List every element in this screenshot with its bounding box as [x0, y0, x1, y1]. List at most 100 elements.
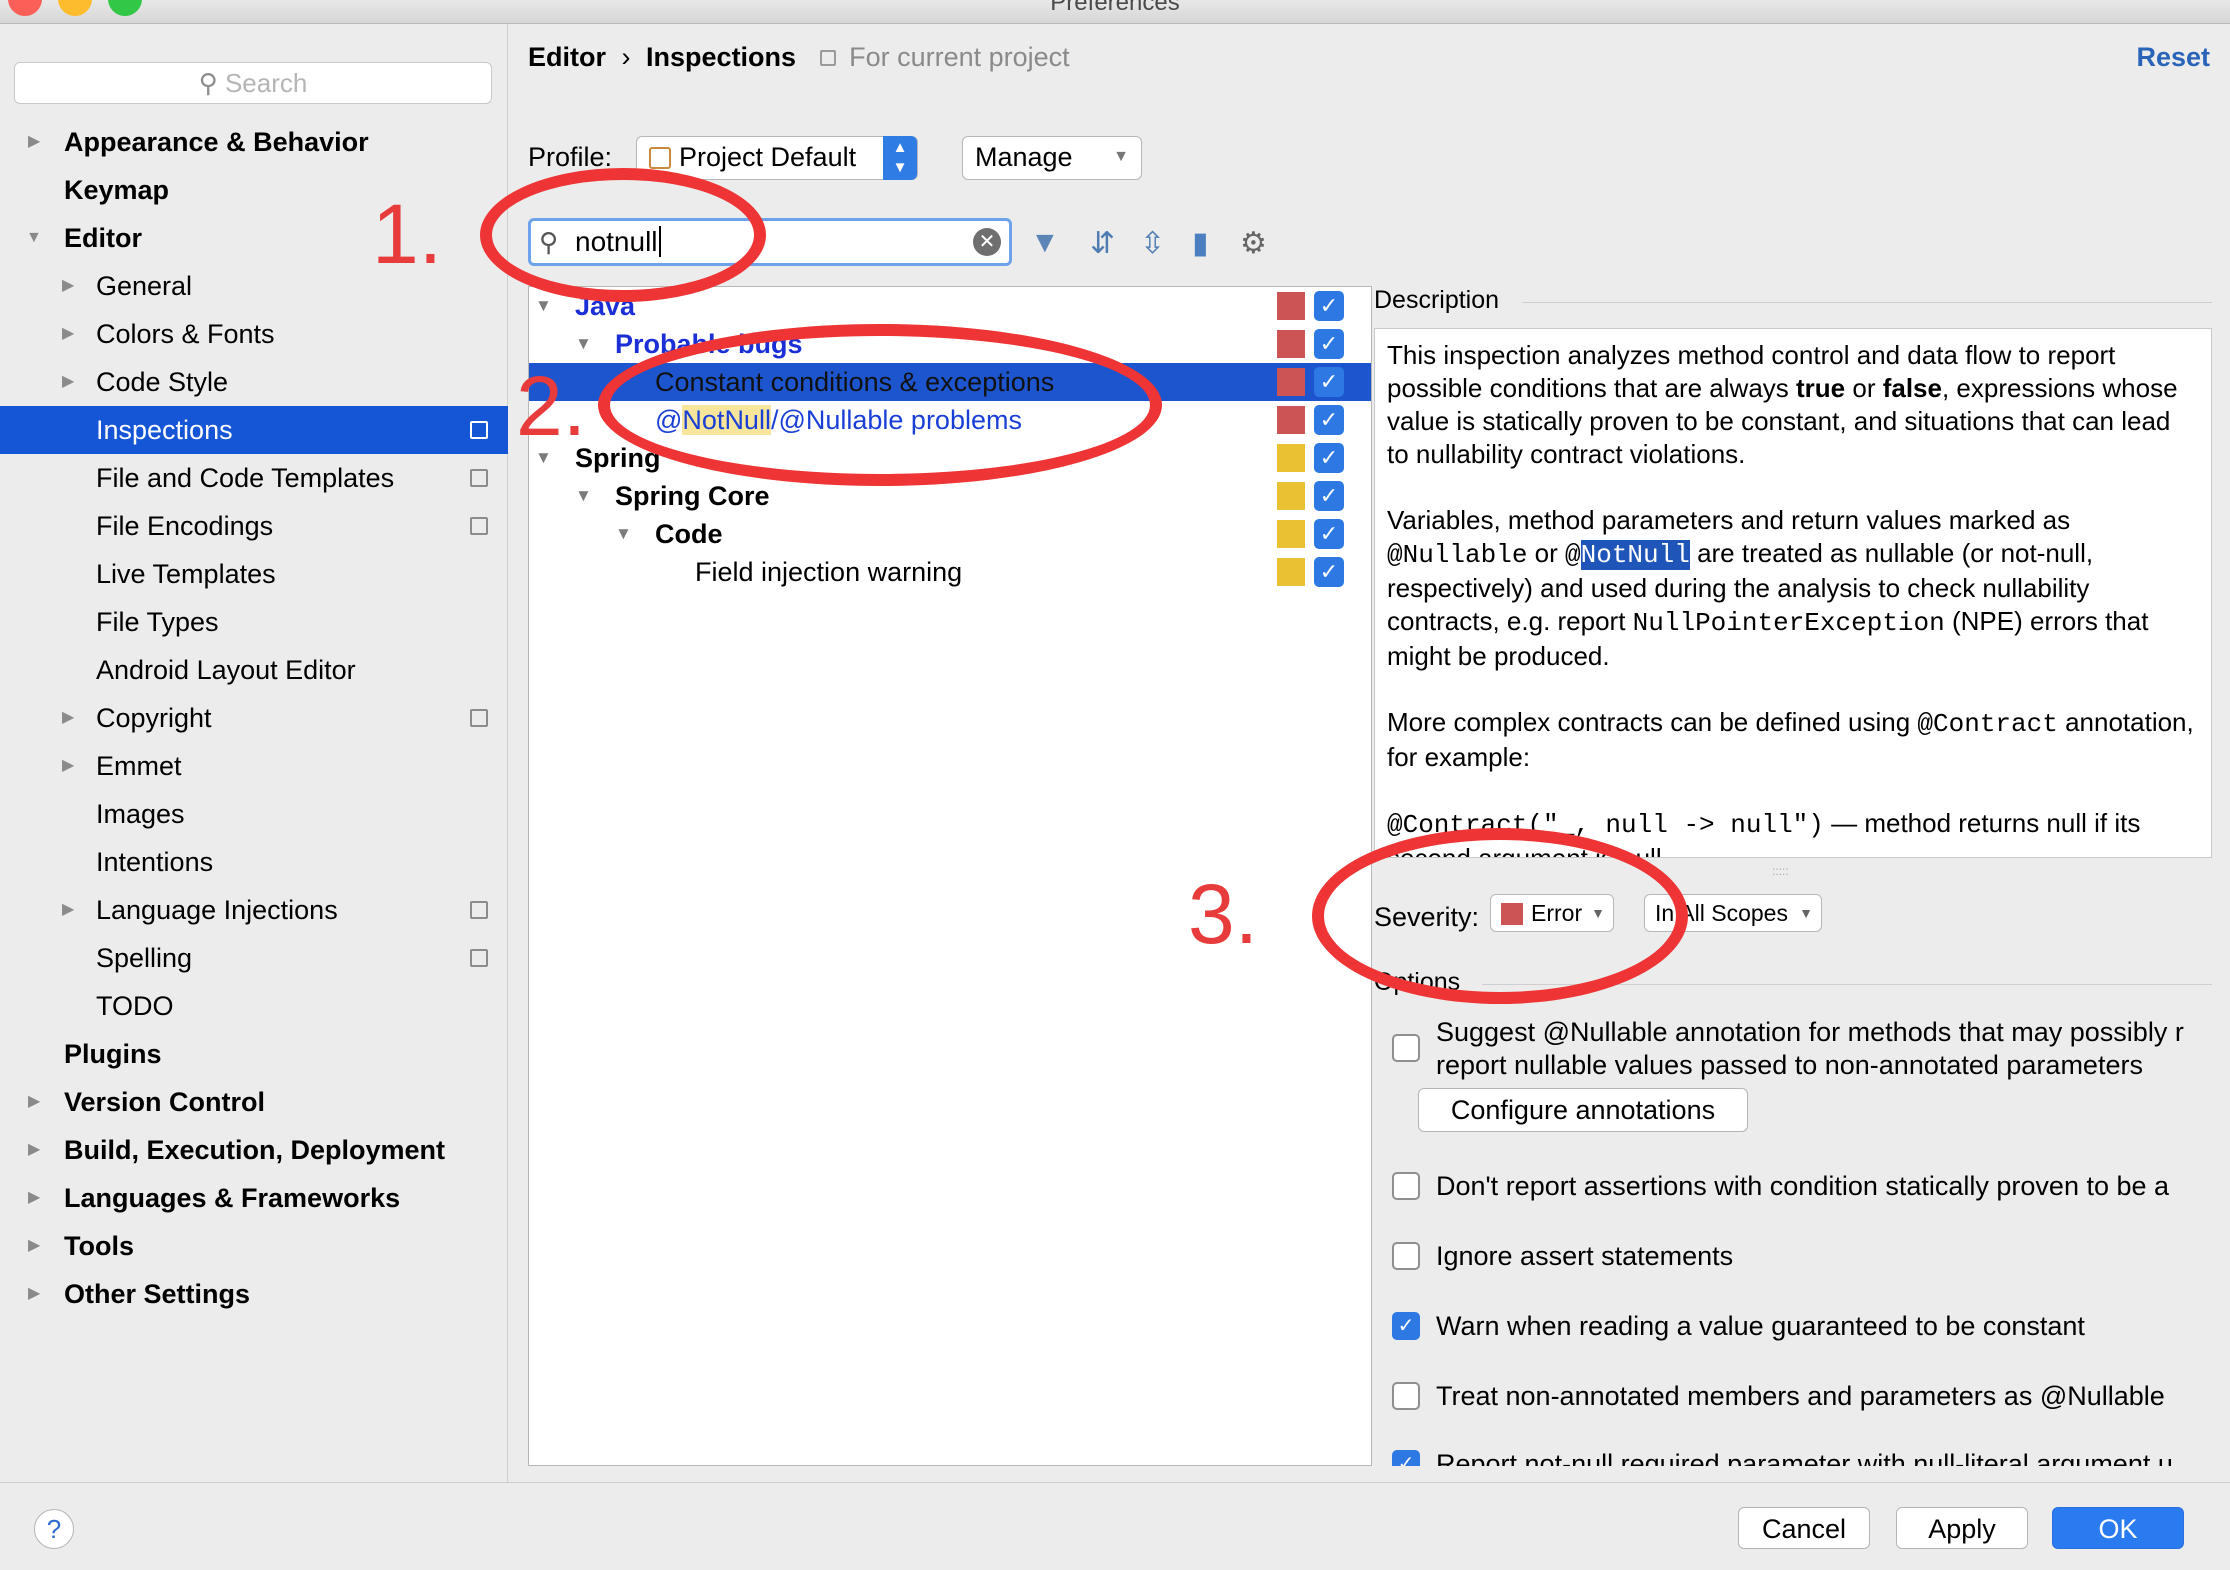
clear-icon[interactable]: ✕ — [973, 228, 1001, 256]
divider — [1522, 302, 2212, 303]
enabled-checkbox[interactable]: ✓ — [1314, 519, 1344, 549]
sidebar-item-colors-fonts[interactable]: ▶ Colors & Fonts — [0, 310, 508, 358]
sidebar-item-copyright[interactable]: ▶ Copyright — [0, 694, 508, 742]
severity-swatch — [1277, 330, 1305, 358]
profile-value: Project Default — [679, 142, 857, 172]
option-treat-nullable-label: Treat non-annotated members and paramete… — [1436, 1381, 2165, 1411]
resize-grip[interactable]: ::::: — [1772, 864, 1789, 878]
chevron-right-icon: ▶ — [62, 901, 75, 918]
option-ignore-assert-label: Ignore assert statements — [1436, 1241, 1734, 1271]
cancel-button[interactable]: Cancel — [1738, 1507, 1870, 1549]
annotation-step-2: 2. — [516, 359, 587, 453]
breadcrumb-inspections: Inspections — [646, 42, 797, 72]
sidebar-item-inspections[interactable]: Inspections — [0, 406, 508, 454]
sidebar-item-android-layout-editor[interactable]: Android Layout Editor — [0, 646, 508, 694]
chevron-right-icon: ▶ — [28, 1189, 41, 1206]
help-button[interactable]: ? — [34, 1509, 74, 1549]
ok-button[interactable]: OK — [2052, 1507, 2184, 1549]
option-dont-report-assertions-checkbox[interactable] — [1392, 1172, 1420, 1200]
enabled-checkbox[interactable]: ✓ — [1314, 329, 1344, 359]
chevron-right-icon: ▶ — [28, 1093, 41, 1110]
settings-search-input[interactable]: ⚲ Search — [14, 62, 492, 104]
severity-swatch — [1277, 482, 1305, 510]
enabled-checkbox[interactable]: ✓ — [1314, 443, 1344, 473]
option-report-null-literal-label: Report not-null required parameter with … — [1436, 1449, 2173, 1466]
eraser-icon[interactable]: ▮ — [1192, 226, 1209, 261]
gear-icon[interactable]: ⚙ — [1240, 226, 1267, 261]
annotation-circle-3 — [1312, 828, 1688, 1004]
chevron-right-icon: ▶ — [28, 1141, 41, 1158]
tree-row-code[interactable]: ▼ Code ✓ — [529, 515, 1371, 553]
option-dont-report-assertions-label: Don't report assertions with condition s… — [1436, 1171, 2170, 1201]
sidebar-item-file-encodings[interactable]: File Encodings — [0, 502, 508, 550]
sidebar-item-tools[interactable]: ▶ Tools — [0, 1222, 508, 1270]
chevron-right-icon: ▶ — [28, 1237, 41, 1254]
breadcrumb: Editor › Inspections For current project — [528, 42, 1070, 73]
severity-swatch — [1277, 520, 1305, 548]
manage-label: Manage — [975, 142, 1073, 172]
sidebar-item-language-injections[interactable]: ▶ Language Injections — [0, 886, 508, 934]
chevron-right-icon: ▶ — [28, 133, 41, 150]
project-scope-icon — [470, 469, 488, 487]
search-placeholder: Search — [224, 68, 308, 98]
option-row-clipped: ✓ Report not-null required parameter wit… — [1372, 1442, 2230, 1466]
enabled-checkbox[interactable]: ✓ — [1314, 557, 1344, 587]
chevron-right-icon: ▶ — [28, 1285, 41, 1302]
sidebar-item-languages-frameworks[interactable]: ▶ Languages & Frameworks — [0, 1174, 508, 1222]
breadcrumb-editor: Editor — [528, 42, 606, 72]
chevron-right-icon: ▶ — [62, 325, 75, 342]
sidebar-item-todo[interactable]: TODO — [0, 982, 508, 1030]
sidebar-item-version-control[interactable]: ▶ Version Control — [0, 1078, 508, 1126]
profile-icon — [649, 147, 671, 169]
dialog-footer: ? Cancel Apply OK — [0, 1482, 2230, 1570]
sidebar-item-plugins[interactable]: Plugins — [0, 1030, 508, 1078]
expand-all-icon[interactable]: ⇵ — [1090, 226, 1115, 261]
tree-row-field-injection[interactable]: Field injection warning ✓ — [529, 553, 1371, 591]
sidebar-item-file-types[interactable]: File Types — [0, 598, 508, 646]
severity-swatch — [1277, 558, 1305, 586]
sidebar-item-other-settings[interactable]: ▶ Other Settings — [0, 1270, 508, 1318]
project-scope-icon — [470, 901, 488, 919]
option-warn-constant-checkbox[interactable]: ✓ — [1392, 1312, 1420, 1340]
option-treat-nullable-checkbox[interactable] — [1392, 1382, 1420, 1410]
chevron-down-icon: ▼ — [1799, 905, 1813, 921]
project-scope-icon — [470, 517, 488, 535]
option-suggest-nullable-checkbox[interactable] — [1392, 1034, 1420, 1062]
configure-annotations-button[interactable]: Configure annotations — [1418, 1088, 1748, 1132]
sidebar-item-intentions[interactable]: Intentions — [0, 838, 508, 886]
annotation-step-3: 3. — [1188, 867, 1259, 961]
option-ignore-assert-checkbox[interactable] — [1392, 1242, 1420, 1270]
annotation-circle-2 — [598, 324, 1162, 486]
reset-link[interactable]: Reset — [2136, 42, 2210, 73]
filter-icon[interactable]: ▼ — [1030, 226, 1060, 260]
enabled-checkbox[interactable]: ✓ — [1314, 481, 1344, 511]
collapse-all-icon[interactable]: ⇳ — [1140, 226, 1165, 261]
enabled-checkbox[interactable]: ✓ — [1314, 291, 1344, 321]
close-window-button[interactable] — [8, 0, 42, 16]
sidebar-item-live-templates[interactable]: Live Templates — [0, 550, 508, 598]
search-icon: ⚲ — [198, 68, 218, 98]
zoom-window-button[interactable] — [108, 0, 142, 16]
option-report-null-literal-checkbox[interactable]: ✓ — [1392, 1450, 1420, 1466]
sidebar-item-build-execution[interactable]: ▶ Build, Execution, Deployment — [0, 1126, 508, 1174]
severity-swatch — [1277, 444, 1305, 472]
select-arrows-icon: ▲ ▼ — [883, 136, 917, 180]
window-title-bar: Preferences — [0, 0, 2230, 24]
scope-note: For current project — [849, 42, 1070, 72]
apply-button[interactable]: Apply — [1896, 1507, 2028, 1549]
minimize-window-button[interactable] — [58, 0, 92, 16]
sidebar-item-images[interactable]: Images — [0, 790, 508, 838]
manage-button[interactable]: Manage ▼ — [962, 136, 1142, 180]
enabled-checkbox[interactable]: ✓ — [1314, 367, 1344, 397]
severity-swatch — [1277, 406, 1305, 434]
sidebar-item-emmet[interactable]: ▶ Emmet — [0, 742, 508, 790]
chevron-down-icon: ▼ — [575, 486, 592, 505]
sidebar-item-code-style[interactable]: ▶ Code Style — [0, 358, 508, 406]
enabled-checkbox[interactable]: ✓ — [1314, 405, 1344, 435]
sidebar-item-spelling[interactable]: Spelling — [0, 934, 508, 982]
sidebar-item-appearance[interactable]: ▶ Appearance & Behavior — [0, 118, 508, 166]
chevron-down-icon: ▼ — [26, 229, 42, 246]
chevron-down-icon: ▼ — [615, 524, 632, 543]
annotation-circle-1 — [480, 168, 766, 302]
sidebar-item-file-code-templates[interactable]: File and Code Templates — [0, 454, 508, 502]
